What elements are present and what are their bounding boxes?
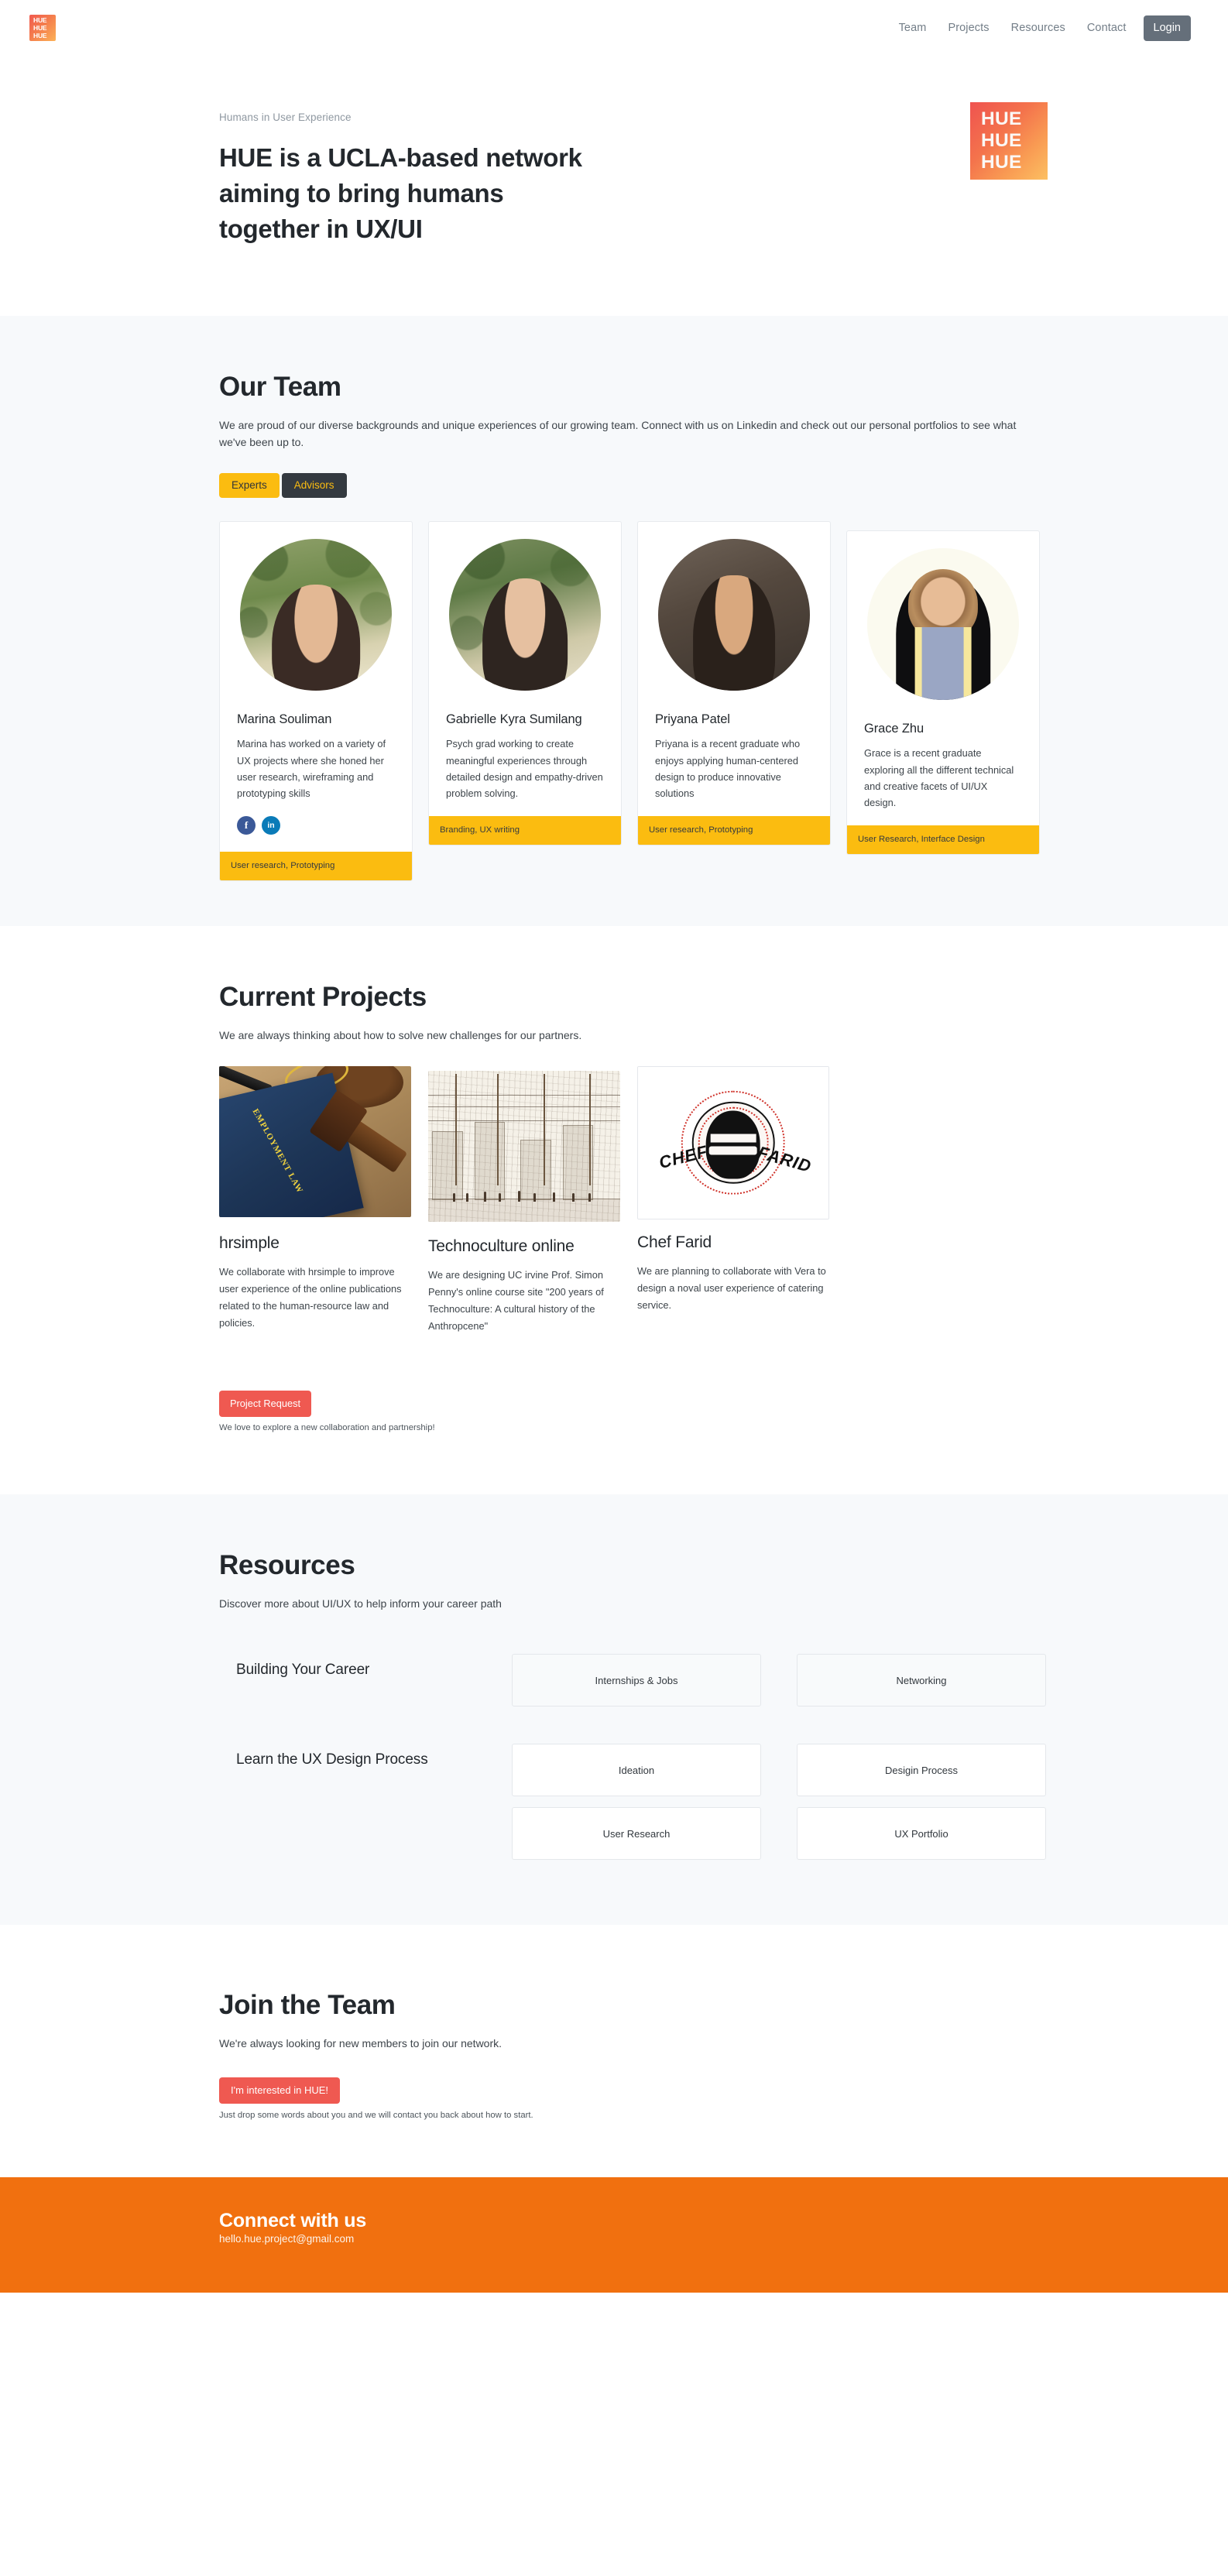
resource-card-design-process[interactable]: Desigin Process (797, 1744, 1046, 1797)
project-description: We collaborate with hrsimple to improve … (219, 1265, 402, 1329)
logo-line-3: HUE (33, 31, 47, 39)
project-card[interactable]: Technoculture online We are designing UC… (428, 1070, 620, 1335)
team-card[interactable]: Marina Souliman Marina has worked on a v… (219, 520, 413, 881)
top-navigation-bar: HUE HUE HUE Team Projects Resources Cont… (0, 0, 1228, 56)
hero-logo-line-1: HUE (981, 108, 1022, 129)
project-card-grid: EMPLOYMENT LAW hrsimple We collaborate w… (219, 1065, 1048, 1335)
resource-group-label: Learn the UX Design Process (236, 1751, 428, 1768)
resource-group: Learn the UX Design Process Ideation Des… (219, 1744, 1048, 1861)
login-button[interactable]: Login (1143, 15, 1191, 41)
project-thumbnail: EMPLOYMENT LAW (219, 1065, 411, 1217)
team-filter-toggle: Experts Advisors (219, 472, 1048, 498)
join-note: Just drop some words about you and we wi… (219, 2110, 533, 2120)
hue-logo[interactable]: HUE HUE HUE (29, 15, 56, 41)
join-section: Join the Team We're always looking for n… (0, 1925, 1228, 2177)
avatar (240, 538, 392, 691)
project-request-button[interactable]: Project Request (219, 1390, 312, 1417)
avatar (449, 538, 601, 691)
projects-section-subtitle: We are always thinking about how to solv… (219, 1028, 582, 1041)
footer: Connect with us hello.hue.project@gmail.… (0, 2176, 1228, 2293)
team-card[interactable]: Priyana Patel Priyana is a recent gradua… (637, 520, 831, 846)
resource-card-internships-jobs[interactable]: Internships & Jobs (512, 1654, 761, 1707)
team-card[interactable]: Gabrielle Kyra Sumilang Psych grad worki… (428, 520, 622, 846)
join-section-subtitle: We're always looking for new members to … (219, 2037, 503, 2050)
project-card[interactable]: EMPLOYMENT LAW hrsimple We collaborate w… (219, 1065, 411, 1332)
projects-section: Current Projects We are always thinking … (0, 925, 1228, 1494)
team-member-name: Grace Zhu (864, 721, 924, 736)
team-member-bio: Priyana is a recent graduate who enjoys … (655, 738, 801, 800)
project-title: Chef Farid (637, 1233, 712, 1251)
nav-links: Team Projects Resources Contact Login (888, 15, 1191, 41)
team-filter-advisors[interactable]: Advisors (281, 472, 347, 498)
hero-title: HUE is a UCLA-based network aiming to br… (219, 143, 582, 244)
footer-email-link[interactable]: hello.hue.project@gmail.com (219, 2233, 354, 2245)
resource-card-ux-portfolio[interactable]: UX Portfolio (797, 1807, 1046, 1861)
resource-card-ideation[interactable]: Ideation (512, 1744, 761, 1797)
logo-line-2: HUE (33, 23, 47, 32)
team-member-name: Priyana Patel (655, 712, 730, 726)
team-card[interactable]: Grace Zhu Grace is a recent graduate exp… (846, 530, 1040, 855)
project-card[interactable]: CHEF FARID Chef Farid We are planning to… (637, 1065, 829, 1314)
team-member-skills: User research, Prototyping (638, 815, 830, 845)
project-title: hrsimple (219, 1233, 280, 1252)
resource-card-user-research[interactable]: User Research (512, 1807, 761, 1861)
resource-card-networking[interactable]: Networking (797, 1654, 1046, 1707)
resource-group-label: Building Your Career (236, 1662, 370, 1679)
team-member-name: Gabrielle Kyra Sumilang (446, 712, 582, 726)
team-member-bio: Marina has worked on a variety of UX pro… (237, 738, 386, 800)
team-member-name: Marina Souliman (237, 712, 332, 726)
avatar (867, 547, 1019, 700)
team-member-bio: Grace is a recent graduate exploring all… (864, 747, 1014, 809)
team-member-socials: f in (237, 815, 395, 852)
landing-page: HUE HUE HUE Team Projects Resources Cont… (0, 0, 1228, 2293)
chef-farid-logo-icon: CHEF FARID (657, 1083, 814, 1202)
hero-logo-line-2: HUE (981, 130, 1022, 151)
project-title: Technoculture online (428, 1237, 575, 1255)
footer-title: Connect with us (219, 2209, 367, 2231)
project-thumbnail (428, 1070, 620, 1222)
team-member-skills: Branding, UX writing (429, 815, 621, 845)
project-description: We are planning to collaborate with Vera… (637, 1264, 826, 1311)
resources-section-subtitle: Discover more about UI/UX to help inform… (219, 1597, 502, 1610)
resources-section: Resources Discover more about UI/UX to h… (0, 1494, 1228, 1926)
nav-item-team[interactable]: Team (888, 22, 938, 34)
logo-line-1: HUE (33, 15, 47, 24)
resource-groups: Building Your Career Internships & Jobs … (219, 1654, 1048, 1861)
resources-section-title: Resources (219, 1549, 355, 1580)
hero-section: Humans in User Experience HUE is a UCLA-… (0, 56, 1228, 316)
resource-group: Building Your Career Internships & Jobs … (219, 1654, 1048, 1707)
team-section: Our Team We are proud of our diverse bac… (0, 315, 1228, 926)
nav-item-projects[interactable]: Projects (937, 22, 1000, 34)
join-section-title: Join the Team (219, 1990, 396, 2021)
linkedin-icon[interactable]: in (262, 815, 280, 835)
hero-logo-line-3: HUE (981, 152, 1022, 173)
nav-item-resources[interactable]: Resources (1000, 22, 1076, 34)
hero-logo-block: HUE HUE HUE (970, 102, 1048, 180)
hero-eyebrow: Humans in User Experience (219, 111, 352, 123)
project-request-note: We love to explore a new collaboration a… (219, 1422, 435, 1432)
nav-item-contact[interactable]: Contact (1076, 22, 1137, 34)
projects-section-title: Current Projects (219, 981, 427, 1012)
team-member-skills: User research, Prototyping (220, 851, 412, 880)
team-filter-experts[interactable]: Experts (219, 472, 280, 498)
team-section-title: Our Team (219, 371, 341, 402)
team-section-subtitle: We are proud of our diverse backgrounds … (219, 418, 1017, 449)
team-card-grid: Marina Souliman Marina has worked on a v… (219, 520, 1048, 881)
team-member-skills: User Research, Interface Design (847, 825, 1039, 854)
join-interested-button[interactable]: I'm interested in HUE! (219, 2077, 341, 2104)
team-member-bio: Psych grad working to create meaningful … (446, 738, 603, 800)
project-description: We are designing UC irvine Prof. Simon P… (428, 1268, 604, 1332)
facebook-icon[interactable]: f (237, 815, 256, 835)
avatar (658, 538, 810, 691)
project-thumbnail: CHEF FARID (637, 1065, 829, 1219)
